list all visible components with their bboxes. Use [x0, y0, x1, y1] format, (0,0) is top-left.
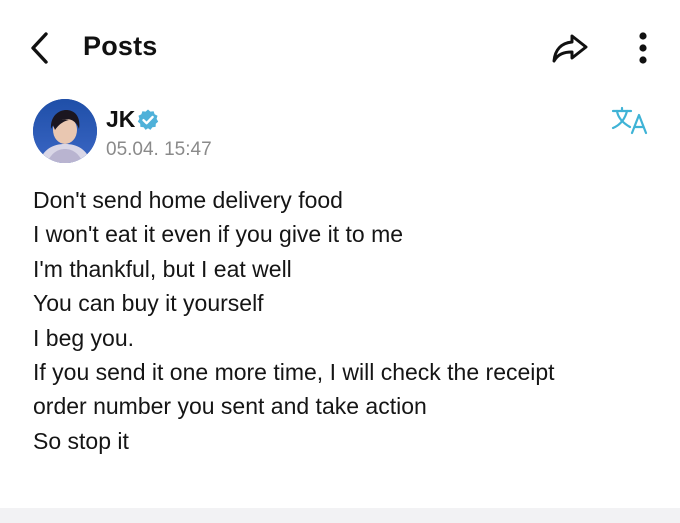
avatar[interactable]: [33, 99, 97, 163]
post-text-line: I won't eat it even if you give it to me: [33, 221, 404, 248]
post-text-line: If you send it one more time, I will che…: [33, 359, 555, 386]
post-text-line: I'm thankful, but I eat well: [33, 255, 292, 282]
post-timestamp: 05.04. 15:47: [106, 139, 212, 160]
post-body: Don't send home delivery food I won't ea…: [33, 183, 653, 458]
post-text-line: You can buy it yourself: [33, 290, 264, 317]
page-title: Posts: [83, 31, 158, 61]
verified-badge-icon: [136, 108, 160, 132]
more-options-button[interactable]: [628, 28, 658, 68]
post-text-line: Don't send home delivery food: [33, 187, 343, 213]
post-text-line: I beg you.: [33, 324, 135, 351]
post-text-line: So stop it: [33, 427, 129, 454]
share-arrow-icon: [552, 34, 588, 63]
post-text-line: order number you sent and take action: [33, 393, 427, 420]
back-button[interactable]: [24, 30, 56, 66]
avatar-image: [33, 99, 97, 163]
translate-icon: [611, 106, 648, 135]
chevron-left-icon: [31, 32, 48, 64]
section-divider: [0, 508, 680, 523]
translate-button[interactable]: [609, 104, 651, 138]
share-button[interactable]: [548, 28, 592, 68]
top-app-bar: Posts: [0, 0, 680, 96]
more-vertical-icon: [639, 32, 647, 64]
author-name[interactable]: JK: [106, 106, 135, 133]
